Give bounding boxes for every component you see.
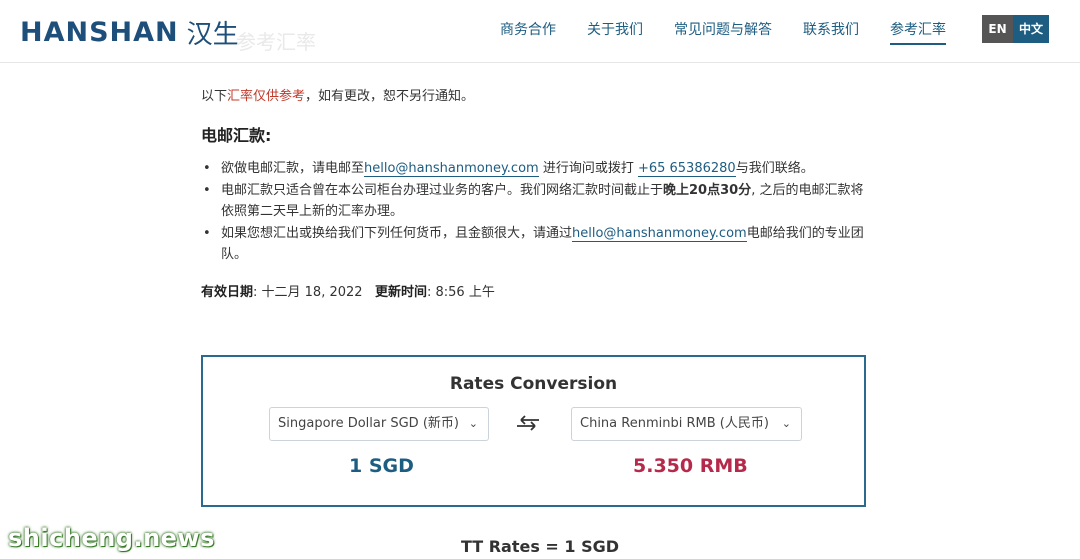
language-switcher: EN 中文 xyxy=(982,15,1049,43)
bullet-text: 欲做电邮汇款，请电邮至 xyxy=(221,161,365,176)
email-link[interactable]: hello@hanshanmoney.com xyxy=(364,161,539,177)
email-link[interactable]: hello@hanshanmoney.com xyxy=(572,225,747,242)
phone-link[interactable]: +65 65386280 xyxy=(637,161,736,177)
notice-prefix: 以下 xyxy=(201,89,228,104)
to-currency-value: China Renminbi RMB (人民币) xyxy=(580,416,769,431)
from-amount: 1 SGD xyxy=(349,455,414,477)
bullet-text: 进行询问或拨打 xyxy=(538,161,638,176)
from-currency-select[interactable]: Singapore Dollar SGD (新币) ⌄ xyxy=(269,407,489,441)
rates-notice: 以下汇率仅供参考，如有更改，恕不另行通知。 xyxy=(201,85,474,104)
nav-business[interactable]: 商务合作 xyxy=(500,19,556,43)
rates-converter: Rates Conversion Singapore Dollar SGD (新… xyxy=(201,355,866,507)
notice-highlight: 汇率仅供参考 xyxy=(227,89,306,104)
site-header: HANSHAN 汉生 参考汇率 商务合作 关于我们 常见问题与解答 联系我们 参… xyxy=(0,0,1080,63)
chevron-down-icon: ⌄ xyxy=(781,417,791,430)
to-currency-select[interactable]: China Renminbi RMB (人民币) ⌄ xyxy=(571,407,802,441)
bullet-text: 与我们联络。 xyxy=(735,161,814,176)
effective-date-label: 有效日期 xyxy=(201,285,254,300)
notice-suffix: ，如有更改，恕不另行通知。 xyxy=(305,89,475,104)
nav-about[interactable]: 关于我们 xyxy=(587,19,643,43)
effective-date-line: 有效日期: 十二月 18, 2022 更新时间: 8:56 上午 xyxy=(201,281,495,300)
chevron-down-icon: ⌄ xyxy=(468,417,478,430)
update-time-label: 更新时间 xyxy=(374,285,427,300)
list-item: 如果您想汇出或换给我们下列任何货币，且金额很大，请通过hello@hanshan… xyxy=(201,223,871,266)
section-title: 电邮汇款: xyxy=(201,126,272,145)
list-item: 电邮汇款只适合曾在本公司柜台办理过业务的客户。我们网络汇款时间截止于晚上20点3… xyxy=(201,180,871,223)
bullet-text: 如果您想汇出或换给我们下列任何货币，且金额很大，请通过 xyxy=(221,225,573,241)
lang-en-button[interactable]: EN xyxy=(982,15,1013,43)
nav-contact[interactable]: 联系我们 xyxy=(803,19,859,43)
ghost-page-title: 参考汇率 xyxy=(236,30,316,54)
watermark: shicheng.news xyxy=(8,524,215,552)
site-logo[interactable]: HANSHAN 汉生 xyxy=(20,14,239,51)
from-currency-value: Singapore Dollar SGD (新币) xyxy=(278,416,459,431)
swap-arrows-icon[interactable] xyxy=(515,413,541,438)
cutoff-time: 晚上20点30分 xyxy=(663,182,752,198)
nav-faq[interactable]: 常见问题与解答 xyxy=(674,19,772,43)
list-item: 欲做电邮汇款，请电邮至hello@hanshanmoney.com 进行询问或拨… xyxy=(201,158,871,180)
to-amount: 5.350 RMB xyxy=(633,455,748,477)
bullet-text: 电邮汇款只适合曾在本公司柜台办理过业务的客户。我们网络汇款时间截止于 xyxy=(221,182,664,198)
email-transfer-list: 欲做电邮汇款，请电邮至hello@hanshanmoney.com 进行询问或拨… xyxy=(201,158,871,266)
update-time-value: : 8:56 上午 xyxy=(426,285,495,300)
nav-rates[interactable]: 参考汇率 xyxy=(890,19,946,45)
logo-text-en: HANSHAN xyxy=(20,17,179,48)
converter-title: Rates Conversion xyxy=(449,374,618,394)
lang-zh-button[interactable]: 中文 xyxy=(1013,15,1049,43)
logo-text-cn: 汉生 xyxy=(186,20,239,50)
effective-date-value: : 十二月 18, 2022 xyxy=(253,285,363,300)
